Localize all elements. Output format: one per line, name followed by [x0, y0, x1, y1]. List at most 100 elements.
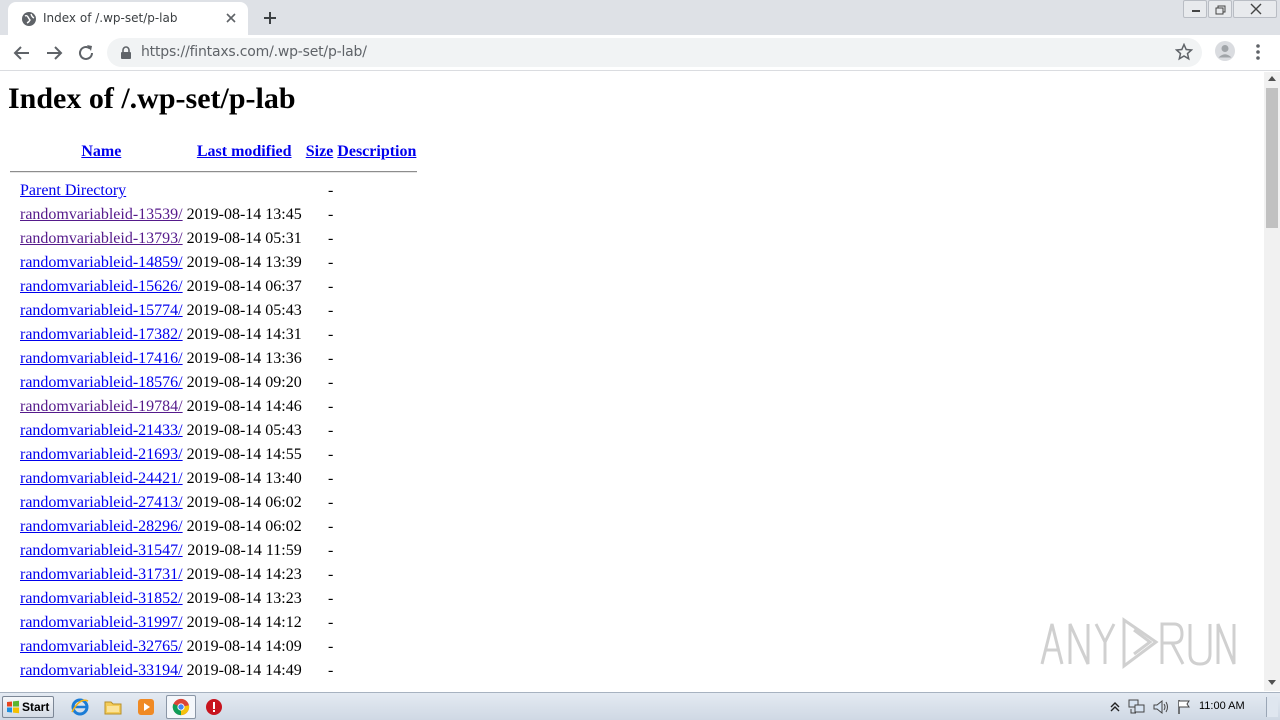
directory-link[interactable]: randomvariableid-32765/: [20, 638, 183, 655]
reload-icon[interactable]: [74, 41, 98, 65]
description-cell: [336, 372, 417, 394]
sort-by-name-link[interactable]: Name: [81, 143, 121, 160]
forward-arrow-icon[interactable]: [42, 41, 66, 65]
star-icon[interactable]: [1175, 43, 1193, 61]
page-title: Index of /.wp-set/p-lab: [8, 82, 296, 115]
anyrun-watermark-logo: [1040, 617, 1236, 669]
modified-cell: 2019-08-14 13:23: [186, 590, 302, 607]
kebab-menu-icon[interactable]: [1250, 42, 1266, 62]
sort-by-description-link[interactable]: Description: [337, 143, 416, 160]
size-cell: -: [327, 446, 334, 463]
description-cell: [336, 204, 417, 226]
window-close-button[interactable]: [1233, 0, 1277, 18]
address-bar[interactable]: https://fintaxs.com/.wp-set/p-lab/: [107, 38, 1202, 67]
folder-icon[interactable]: [103, 697, 123, 717]
close-icon[interactable]: [223, 10, 239, 26]
chrome-taskbar-button[interactable]: [166, 695, 196, 719]
name-column-header: Name: [19, 140, 184, 164]
description-cell: [336, 660, 417, 682]
modified-cell: 2019-08-14 06:02: [186, 494, 302, 511]
size-cell: -: [327, 494, 334, 511]
directory-link[interactable]: randomvariableid-31731/: [20, 566, 183, 583]
modified-cell: 2019-08-14 05:31: [186, 230, 302, 247]
directory-link[interactable]: randomvariableid-17382/: [20, 326, 183, 343]
header-divider: [10, 171, 418, 173]
description-cell: [336, 276, 417, 298]
name-cell: randomvariableid-13793/: [19, 228, 184, 250]
name-cell: randomvariableid-24421/: [19, 468, 184, 490]
scrollbar-thumb[interactable]: [1266, 88, 1278, 228]
directory-link[interactable]: randomvariableid-13539/: [20, 206, 183, 223]
description-cell: [336, 612, 417, 634]
directory-link[interactable]: randomvariableid-27413/: [20, 494, 183, 511]
directory-link[interactable]: randomvariableid-28296/: [20, 518, 183, 535]
window-minimize-button[interactable]: [1183, 0, 1207, 18]
modified-cell: 2019-08-14 06:02: [186, 518, 302, 535]
size-cell: -: [327, 662, 334, 679]
windows-flag-icon: [7, 700, 19, 714]
speaker-icon[interactable]: [1152, 699, 1170, 715]
sort-by-size-link[interactable]: Size: [306, 143, 334, 160]
globe-icon: [22, 12, 36, 26]
directory-link[interactable]: randomvariableid-13793/: [20, 230, 183, 247]
stop-icon[interactable]: [204, 697, 224, 717]
header-divider-row: [10, 166, 418, 178]
browser-tab[interactable]: Index of /.wp-set/p-lab: [8, 2, 248, 35]
modified-cell: [186, 180, 303, 202]
description-cell: [336, 252, 417, 274]
flag-icon[interactable]: [1176, 699, 1192, 715]
table-row: randomvariableid-31547/2019-08-14 11:59 -: [10, 540, 417, 562]
directory-link[interactable]: randomvariableid-14859/: [20, 254, 183, 271]
table-row: randomvariableid-33194/2019-08-14 14:49 -: [10, 660, 417, 682]
table-row: randomvariableid-24421/2019-08-14 13:40 -: [10, 468, 417, 490]
start-button[interactable]: Start: [2, 696, 54, 718]
directory-link[interactable]: randomvariableid-21433/: [20, 422, 183, 439]
system-tray: 11:00 AM: [1106, 693, 1280, 720]
scroll-down-arrow-icon[interactable]: [1268, 680, 1276, 685]
directory-link[interactable]: randomvariableid-24421/: [20, 470, 183, 487]
sort-by-last-modified-link[interactable]: Last modified: [197, 143, 292, 160]
directory-link[interactable]: randomvariableid-18576/: [20, 374, 183, 391]
directory-link[interactable]: randomvariableid-33194/: [20, 662, 183, 679]
window-restore-button[interactable]: [1208, 0, 1232, 18]
name-cell: randomvariableid-28296/: [19, 516, 184, 538]
ie-icon[interactable]: [70, 697, 90, 717]
parent-directory-link[interactable]: Parent Directory: [20, 182, 126, 199]
table-row: randomvariableid-31731/2019-08-14 14:23 -: [10, 564, 417, 586]
size-cell: -: [327, 230, 334, 247]
directory-link[interactable]: randomvariableid-31547/: [20, 542, 183, 559]
vertical-scrollbar[interactable]: [1264, 72, 1280, 691]
name-cell: randomvariableid-21693/: [19, 444, 184, 466]
show-desktop-button[interactable]: [1266, 697, 1278, 717]
name-cell: randomvariableid-31852/: [19, 588, 184, 610]
directory-link[interactable]: randomvariableid-21693/: [20, 446, 183, 463]
scroll-up-arrow-icon[interactable]: [1268, 76, 1276, 81]
directory-link[interactable]: randomvariableid-15626/: [20, 278, 183, 295]
profile-icon[interactable]: [1214, 40, 1236, 62]
chrome-icon: [172, 698, 190, 716]
size-cell: -: [327, 326, 334, 343]
media-player-icon[interactable]: [136, 697, 156, 717]
modified-cell: 2019-08-14 13:39: [186, 254, 302, 271]
directory-link[interactable]: randomvariableid-15774/: [20, 302, 183, 319]
directory-link[interactable]: randomvariableid-19784/: [20, 398, 183, 415]
table-header-row: Name Last modified Size Description: [10, 140, 417, 164]
lock-icon: [121, 46, 131, 59]
network-icon[interactable]: [1128, 699, 1146, 715]
description-cell: [336, 492, 417, 514]
back-arrow-icon[interactable]: [10, 41, 34, 65]
modified-cell: 2019-08-14 13:36: [186, 350, 302, 367]
browser-toolbar: https://fintaxs.com/.wp-set/p-lab/: [0, 35, 1280, 71]
table-row: randomvariableid-13793/2019-08-14 05:31 -: [10, 228, 417, 250]
description-cell: [336, 324, 417, 346]
page-content: Index of /.wp-set/p-lab Name Last modifi…: [0, 72, 1264, 691]
table-row: randomvariableid-27413/2019-08-14 06:02 -: [10, 492, 417, 514]
directory-link[interactable]: randomvariableid-17416/: [20, 350, 183, 367]
plus-icon[interactable]: [260, 8, 280, 28]
directory-link[interactable]: randomvariableid-31997/: [20, 614, 183, 631]
taskbar-clock[interactable]: 11:00 AM: [1199, 700, 1245, 712]
show-hidden-icons-icon[interactable]: [1110, 701, 1120, 713]
name-cell: randomvariableid-18576/: [19, 372, 184, 394]
directory-link[interactable]: randomvariableid-31852/: [20, 590, 183, 607]
description-cell: [336, 420, 417, 442]
